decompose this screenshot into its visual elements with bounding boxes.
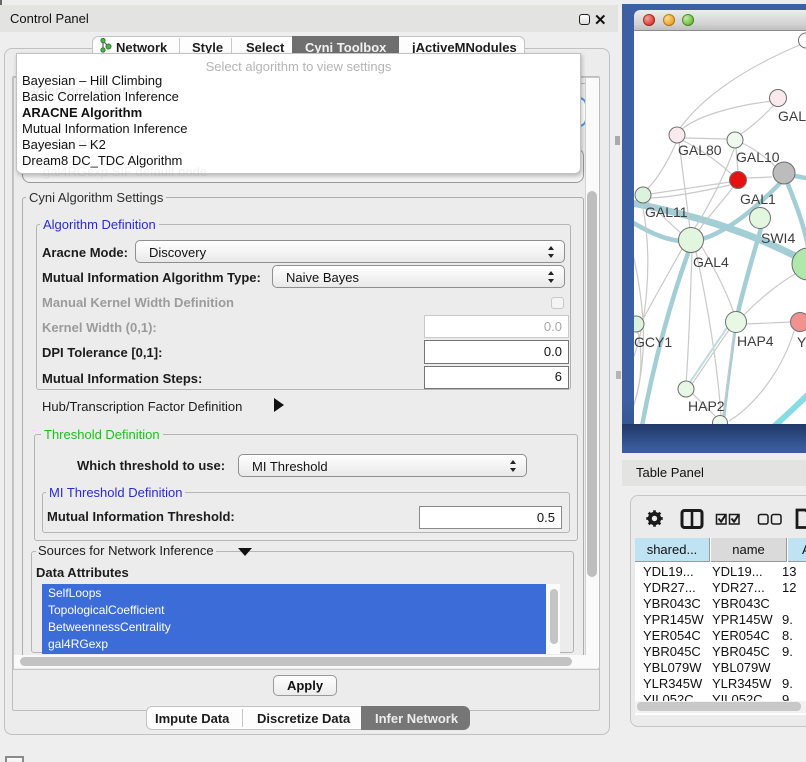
svg-text:SWI4: SWI4 <box>761 230 795 246</box>
svg-text:GAL80: GAL80 <box>678 142 722 158</box>
svg-text:GAL4: GAL4 <box>693 254 729 270</box>
svg-text:GCY1: GCY1 <box>634 334 672 350</box>
svg-text:GAL1: GAL1 <box>740 191 776 207</box>
svg-text:HAP2: HAP2 <box>688 398 725 414</box>
svg-text:Y: Y <box>797 334 806 350</box>
svg-text:GAL11: GAL11 <box>645 204 688 220</box>
svg-text:GAL2: GAL2 <box>778 108 806 124</box>
svg-text:HAP4: HAP4 <box>737 333 774 349</box>
svg-text:GAL10: GAL10 <box>736 149 780 165</box>
